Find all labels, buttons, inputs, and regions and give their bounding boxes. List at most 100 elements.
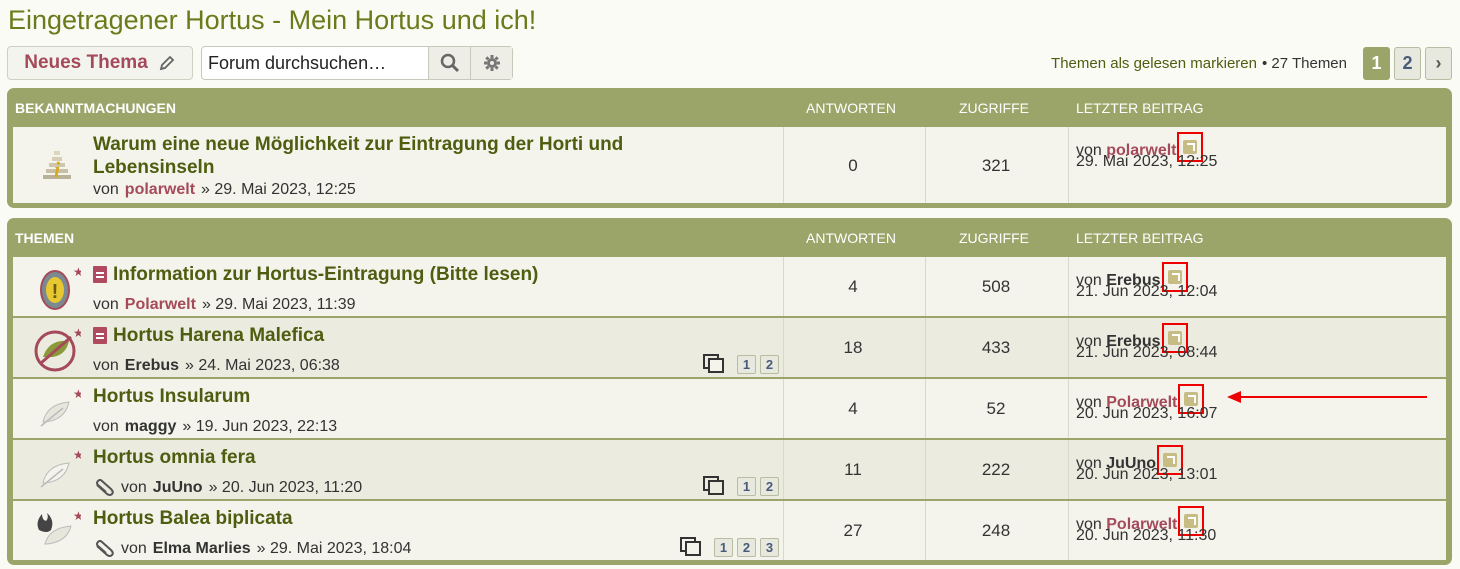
- new-topic-button[interactable]: Neues Thema: [7, 46, 193, 80]
- replies-count: 18: [843, 338, 863, 357]
- views-count: 248: [981, 521, 1011, 540]
- topic-page-link[interactable]: 2: [760, 476, 779, 496]
- sticky-document-icon: [93, 327, 107, 344]
- new-topic-label: Neues Thema: [24, 52, 148, 73]
- views-column-header: ZUGRIFFE: [959, 100, 1029, 116]
- replies-column-header: ANTWORTEN: [806, 230, 896, 246]
- by-label: von: [93, 296, 119, 313]
- replies-count: 11: [844, 460, 862, 479]
- replies-count: 4: [848, 277, 858, 296]
- external-link-icon: [1183, 140, 1198, 154]
- last-post-column-header: LETZTER BEITRAG: [1076, 100, 1204, 116]
- external-link-icon: [1184, 392, 1199, 406]
- leaf-topic-icon: ★: [34, 326, 81, 372]
- svg-text:!: !: [52, 281, 59, 303]
- pencil-icon: [159, 55, 175, 71]
- topics-block: THEMEN ANTWORTEN ZUGRIFFE LETZTER BEITRA…: [7, 218, 1452, 565]
- last-post-date: 29. Mai 2023, 12:25: [1076, 153, 1218, 170]
- by-label: von: [121, 540, 147, 557]
- svg-text:★: ★: [73, 265, 81, 279]
- svg-text:★: ★: [73, 448, 81, 462]
- external-link-icon: [1184, 514, 1199, 528]
- topic-page-link[interactable]: 2: [737, 537, 756, 557]
- topic-title-link[interactable]: Hortus Insularum: [93, 385, 250, 408]
- author-link[interactable]: Elma Marlies: [153, 540, 251, 558]
- topic-title-link[interactable]: Hortus omnia fera: [93, 446, 256, 469]
- pages-icon[interactable]: [703, 354, 725, 374]
- search-icon: [440, 53, 459, 73]
- topic-pagination: 1 2: [703, 354, 779, 374]
- topic-page-link[interactable]: 1: [737, 354, 756, 374]
- topic-row: ★ Hortus Harena Malefica von Erebus » 24…: [13, 316, 1446, 377]
- advanced-search-button[interactable]: [470, 47, 512, 79]
- views-count: 222: [981, 460, 1011, 479]
- topic-count: • 27 Themen: [1261, 54, 1347, 72]
- announcements-heading: BEKANNTMACHUNGEN: [15, 100, 176, 116]
- topic-row: ★ Hortus omnia fera von JuUno » 20. Jun …: [13, 438, 1446, 499]
- last-post-date: 21. Jun 2023, 12:04: [1076, 283, 1218, 300]
- replies-count: 0: [848, 156, 858, 175]
- last-post-date: 20. Jun 2023, 16:07: [1076, 405, 1218, 422]
- author-link[interactable]: Polarwelt: [125, 296, 196, 314]
- svg-text:★: ★: [73, 509, 81, 523]
- pages-icon[interactable]: [703, 476, 725, 496]
- topic-date: » 19. Jun 2023, 22:13: [182, 418, 338, 435]
- pagination-area: Themen als gelesen markieren • 27 Themen…: [1051, 45, 1452, 81]
- search-box: [201, 46, 513, 80]
- search-button[interactable]: [428, 47, 470, 79]
- author-link[interactable]: maggy: [125, 418, 177, 436]
- attachment-icon: [96, 479, 114, 496]
- page-2-button[interactable]: 2: [1394, 46, 1421, 80]
- topic-page-link[interactable]: 3: [760, 537, 779, 557]
- page-title: Eingetragener Hortus - Mein Hortus und i…: [8, 5, 537, 35]
- svg-text:i: i: [54, 157, 61, 182]
- views-count: 508: [981, 277, 1011, 296]
- topic-date: » 29. Mai 2023, 12:25: [201, 181, 356, 198]
- pages-icon[interactable]: [680, 537, 702, 557]
- external-link-icon: [1163, 453, 1178, 467]
- replies-column-header: ANTWORTEN: [806, 100, 896, 116]
- topic-title-link[interactable]: Hortus Harena Malefica: [113, 324, 324, 347]
- announcement-icon: i: [43, 151, 71, 182]
- announcement-row: i Warum eine neue Möglichkeit zur Eintra…: [13, 125, 1446, 203]
- topic-row: ! ★ Information zur Hortus-Eintragung (B…: [13, 255, 1446, 316]
- topic-page-link[interactable]: 1: [714, 537, 733, 557]
- views-count: 52: [986, 399, 1006, 418]
- topic-title-link[interactable]: Information zur Hortus-Eintragung (Bitte…: [113, 263, 538, 286]
- topics-header: THEMEN ANTWORTEN ZUGRIFFE LETZTER BEITRA…: [13, 218, 1446, 255]
- by-label: von: [93, 181, 119, 198]
- topic-date: » 29. Mai 2023, 11:39: [201, 296, 356, 313]
- topic-row: ★ Hortus Balea biplicata von Elma Marlie…: [13, 499, 1446, 560]
- leaf-topic-icon: ★: [40, 387, 81, 427]
- last-post-column-header: LETZTER BEITRAG: [1076, 230, 1204, 246]
- topic-date: » 20. Jun 2023, 11:20: [208, 479, 363, 496]
- hot-topic-icon: ★: [37, 509, 81, 545]
- topic-page-link[interactable]: 1: [737, 476, 756, 496]
- leaf-topic-icon: ★: [40, 448, 81, 488]
- views-column-header: ZUGRIFFE: [959, 230, 1029, 246]
- gear-icon: [483, 55, 500, 71]
- annotation-arrow-icon: [1227, 391, 1427, 403]
- author-link[interactable]: Erebus: [125, 357, 179, 375]
- author-link[interactable]: polarwelt: [125, 181, 195, 199]
- important-topic-icon: ! ★: [40, 265, 81, 310]
- search-input[interactable]: [202, 47, 428, 79]
- topic-pagination: 1 2 3: [680, 537, 779, 557]
- page-1-button[interactable]: 1: [1363, 46, 1390, 80]
- topic-title-link[interactable]: Hortus Balea biplicata: [93, 507, 293, 530]
- external-link-icon: [1167, 270, 1182, 284]
- next-page-button[interactable]: ›: [1425, 46, 1452, 80]
- announcements-block: BEKANNTMACHUNGEN ANTWORTEN ZUGRIFFE LETZ…: [7, 88, 1452, 208]
- topic-row: ★ Hortus Insularum von maggy » 19. Jun 2…: [13, 377, 1446, 438]
- topic-title-link[interactable]: Warum eine neue Möglichkeit zur Eintragu…: [93, 133, 693, 179]
- topics-heading: THEMEN: [15, 230, 75, 246]
- topic-pagination: 1 2: [703, 476, 779, 496]
- views-count: 433: [981, 338, 1011, 357]
- external-link-icon: [1167, 331, 1182, 345]
- replies-count: 4: [848, 399, 858, 418]
- author-link[interactable]: JuUno: [153, 479, 203, 497]
- last-post-date: 21. Jun 2023, 08:44: [1076, 344, 1218, 361]
- topic-page-link[interactable]: 2: [760, 354, 779, 374]
- mark-topics-read-link[interactable]: Themen als gelesen markieren: [1051, 55, 1257, 72]
- svg-text:★: ★: [73, 387, 81, 401]
